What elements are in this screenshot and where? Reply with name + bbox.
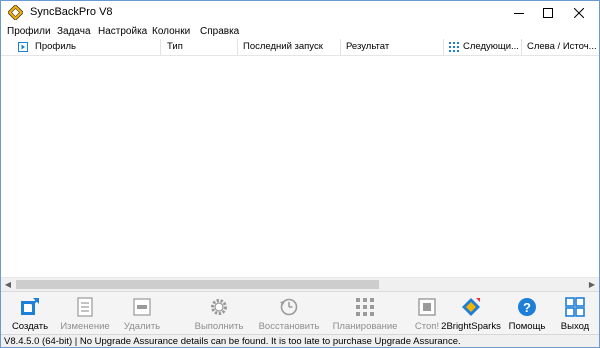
maximize-button[interactable] (532, 1, 564, 24)
restore-button[interactable]: Восстановить (256, 292, 322, 335)
column-header-last-run[interactable]: Последний запуск (243, 39, 338, 55)
exit-icon (565, 297, 585, 317)
column-header-result[interactable]: Результат (346, 39, 441, 55)
delete-label: Удалить (123, 321, 161, 332)
restore-icon (280, 298, 298, 316)
brightsparks-button[interactable]: 2BrightSparks (441, 292, 501, 335)
scrollbar-thumb[interactable] (16, 280, 379, 289)
column-divider[interactable] (443, 39, 444, 55)
menu-task[interactable]: Задача (57, 26, 91, 37)
column-header-profile[interactable]: Профиль (35, 39, 159, 55)
status-text: V8.4.5.0 (64-bit) | No Upgrade Assurance… (4, 336, 461, 347)
window-title: SyncBackPro V8 (30, 6, 113, 18)
scroll-right-icon[interactable]: ▶ (585, 278, 599, 291)
help-button[interactable]: ? Помощь (505, 292, 549, 335)
schedule-label: Планирование (332, 321, 398, 332)
stop-label: Стоп! (414, 321, 440, 332)
column-divider[interactable] (340, 39, 341, 55)
create-button[interactable]: Создать (7, 292, 53, 335)
delete-icon (133, 298, 151, 316)
menu-profiles[interactable]: Профили (7, 26, 51, 37)
column-divider[interactable] (160, 39, 161, 55)
help-label: Помощь (508, 321, 546, 332)
schedule-button[interactable]: Планирование (330, 292, 400, 335)
profile-list-header: Профиль Тип Последний запуск Результат С… (1, 39, 599, 56)
brightsparks-label: 2BrightSparks (441, 321, 501, 332)
column-divider[interactable] (237, 39, 238, 55)
menu-help[interactable]: Справка (200, 26, 239, 37)
menu-settings[interactable]: Настройка (98, 26, 147, 37)
column-divider[interactable] (521, 39, 522, 55)
run-button[interactable]: Выполнить (190, 292, 248, 335)
column-header-next-run[interactable]: Следующи... (463, 39, 519, 55)
schedule-icon (356, 298, 374, 316)
scroll-left-icon[interactable]: ◀ (1, 278, 15, 291)
column-header-type[interactable]: Тип (167, 39, 235, 55)
edit-label: Изменение (60, 321, 110, 332)
edit-button[interactable]: Изменение (57, 292, 113, 335)
edit-icon (77, 297, 93, 317)
minimize-button[interactable] (503, 1, 535, 24)
profile-list[interactable] (1, 56, 599, 277)
close-button[interactable] (563, 1, 595, 24)
create-label: Создать (11, 321, 49, 332)
horizontal-scrollbar[interactable]: ◀ ▶ (1, 277, 599, 291)
menu-bar: Профили Задача Настройка Колонки Справка (1, 25, 599, 40)
menu-columns[interactable]: Колонки (152, 26, 190, 37)
run-label: Выполнить (194, 321, 244, 332)
svg-text:?: ? (523, 300, 531, 315)
maximize-icon (543, 7, 553, 18)
run-gear-icon (211, 299, 227, 315)
create-icon (21, 298, 39, 315)
exit-label: Выход (560, 321, 590, 332)
schedule-grid-icon (449, 42, 459, 52)
stop-button[interactable]: Стоп! (411, 292, 443, 335)
stop-icon (418, 298, 436, 316)
status-bar: V8.4.5.0 (64-bit) | No Upgrade Assurance… (1, 334, 599, 347)
close-icon (574, 7, 584, 18)
main-toolbar: Создать Изменение Удалить Выполнить Восс… (1, 291, 599, 335)
brightsparks-icon (462, 298, 480, 316)
minimize-icon (514, 12, 524, 14)
help-icon: ? (518, 298, 536, 316)
syncback-app-icon (8, 5, 23, 20)
title-bar[interactable]: SyncBackPro V8 (1, 1, 599, 24)
exit-button[interactable]: Выход (555, 292, 595, 335)
delete-button[interactable]: Удалить (119, 292, 165, 335)
restore-label: Восстановить (258, 321, 320, 332)
expand-all-icon[interactable] (18, 42, 28, 52)
app-window: SyncBackPro V8 Профили Задача Настройка … (0, 0, 600, 348)
column-header-source[interactable]: Слева / Источ... (527, 39, 597, 55)
